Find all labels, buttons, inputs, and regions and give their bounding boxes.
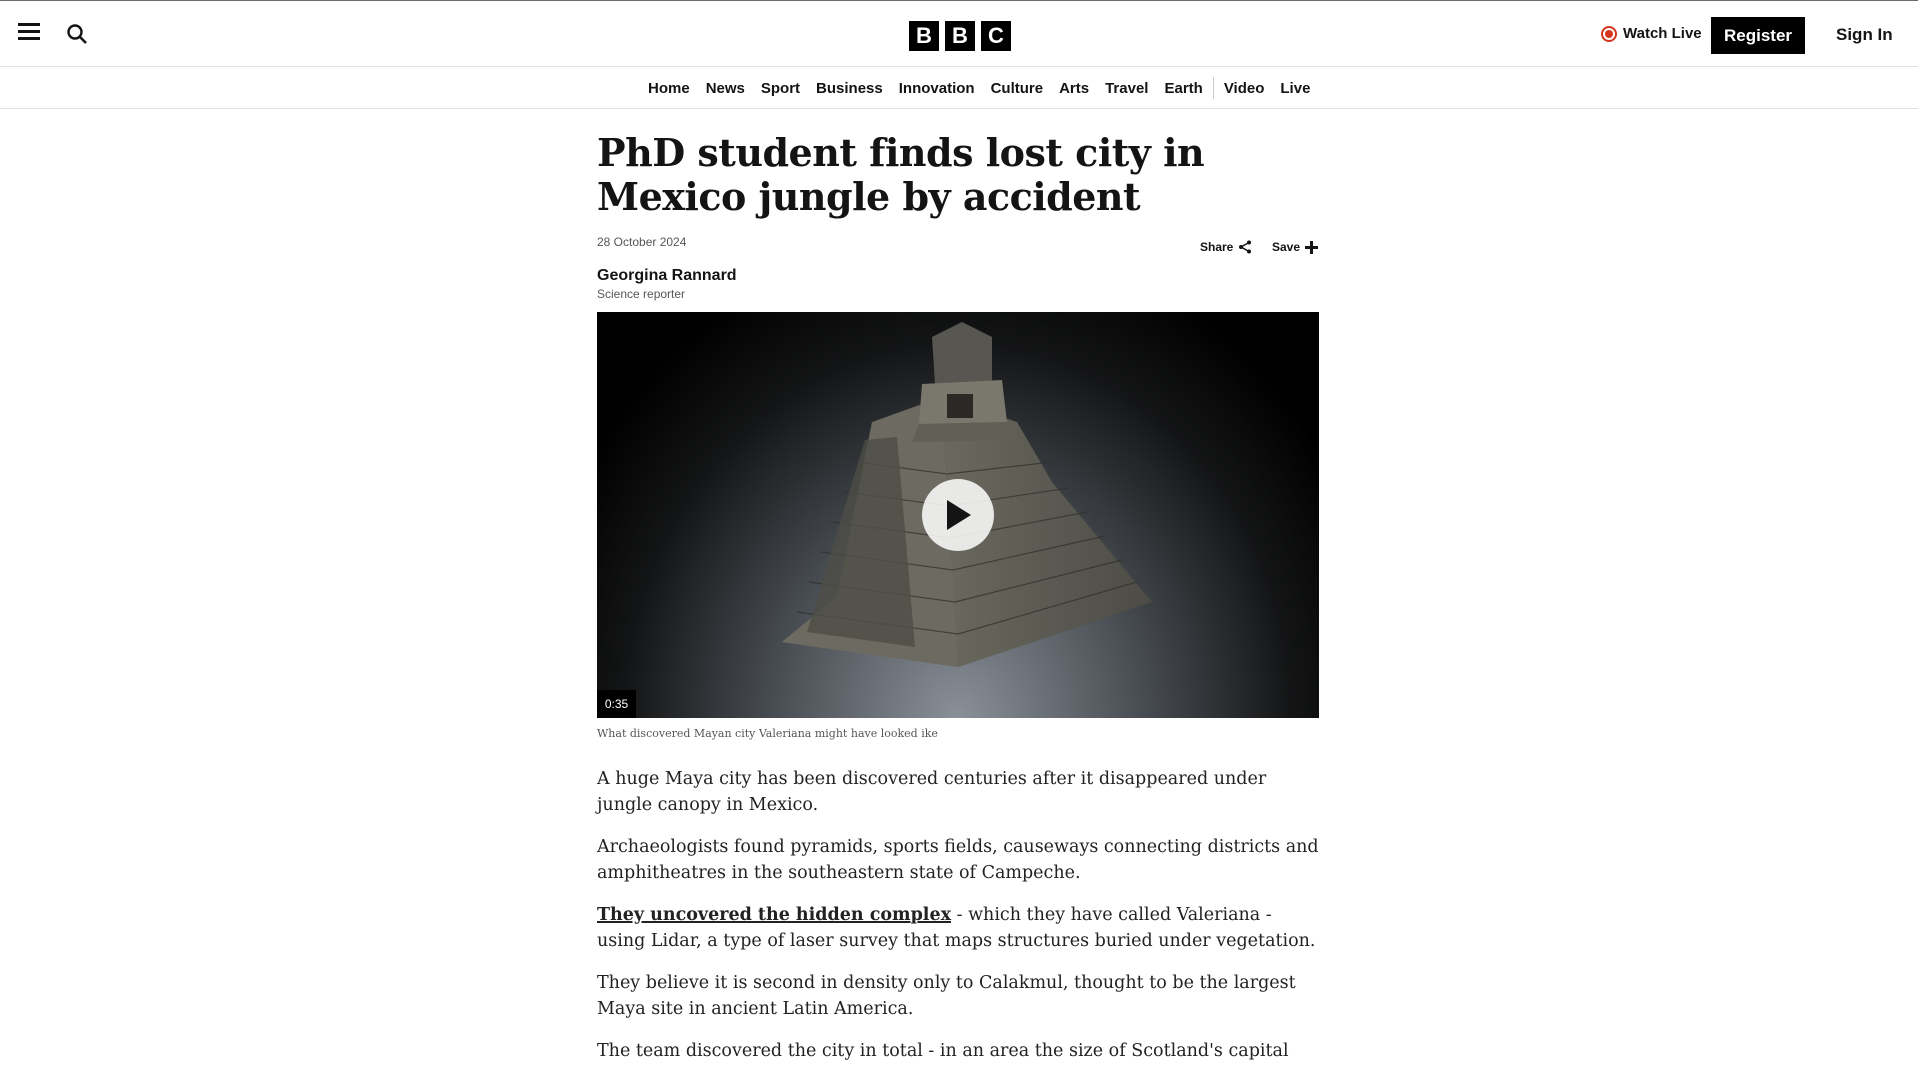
sign-in-link[interactable]: Sign In xyxy=(1836,25,1893,45)
live-dot-icon xyxy=(1601,25,1617,42)
main-nav: Home News Sport Business Innovation Cult… xyxy=(0,67,1918,109)
search-icon[interactable] xyxy=(66,23,90,47)
nav-item-sport[interactable]: Sport xyxy=(753,80,808,97)
plus-icon xyxy=(1305,240,1319,254)
save-button[interactable]: Save xyxy=(1272,240,1319,254)
article: PhD student finds lost city in Mexico ju… xyxy=(597,109,1319,1066)
video-duration: 0:35 xyxy=(597,690,636,718)
nav-divider xyxy=(1212,77,1214,99)
share-label: Share xyxy=(1200,240,1234,254)
logo-letter: B xyxy=(909,21,939,51)
menu-icon[interactable] xyxy=(18,23,42,45)
paragraph: Archaeologists found pyramids, sports fi… xyxy=(597,837,1319,883)
nav-item-video[interactable]: Video xyxy=(1216,80,1273,97)
play-button[interactable] xyxy=(922,479,994,551)
logo-letter: B xyxy=(945,21,975,51)
nav-item-business[interactable]: Business xyxy=(808,80,891,97)
watch-live-label: Watch Live xyxy=(1623,25,1702,42)
article-headline: PhD student finds lost city in Mexico ju… xyxy=(597,130,1205,219)
paragraph: They uncovered the hidden complex - whic… xyxy=(597,902,1319,954)
logo-letter: C xyxy=(981,21,1011,51)
author-role: Science reporter xyxy=(597,287,686,301)
nav-item-culture[interactable]: Culture xyxy=(983,80,1052,97)
paragraph: They believe it is second in density onl… xyxy=(597,973,1296,1019)
nav-item-live[interactable]: Live xyxy=(1272,80,1318,97)
article-meta: 28 October 2024 Share Save xyxy=(597,235,1319,275)
nav-items: Home News Sport Business Innovation Cult… xyxy=(640,67,1318,109)
watch-live-link[interactable]: Watch Live xyxy=(1601,25,1702,42)
nav-item-earth[interactable]: Earth xyxy=(1156,80,1210,97)
bbc-logo[interactable]: B B C xyxy=(909,21,1011,51)
nav-item-travel[interactable]: Travel xyxy=(1097,80,1156,97)
nav-item-arts[interactable]: Arts xyxy=(1051,80,1097,97)
article-body: A huge Maya city has been discovered cen… xyxy=(597,766,1319,1064)
top-bar: B B C Watch Live Register Sign In xyxy=(0,0,1918,67)
share-button[interactable]: Share xyxy=(1200,240,1252,254)
video-caption: What discovered Mayan city Valeriana mig… xyxy=(597,727,938,740)
hidden-complex-link[interactable]: They uncovered the hidden complex xyxy=(597,905,951,925)
nav-item-home[interactable]: Home xyxy=(640,80,698,97)
register-button[interactable]: Register xyxy=(1711,17,1805,54)
nav-item-news[interactable]: News xyxy=(698,80,753,97)
save-label: Save xyxy=(1272,240,1301,254)
nav-item-innovation[interactable]: Innovation xyxy=(891,80,983,97)
video-player[interactable]: 0:35 xyxy=(597,312,1319,718)
share-icon xyxy=(1239,240,1252,254)
paragraph: The team discovered the city in total - … xyxy=(597,1041,1289,1061)
paragraph: A huge Maya city has been discovered cen… xyxy=(597,769,1267,815)
play-icon xyxy=(947,500,971,530)
article-date: 28 October 2024 xyxy=(597,235,687,249)
